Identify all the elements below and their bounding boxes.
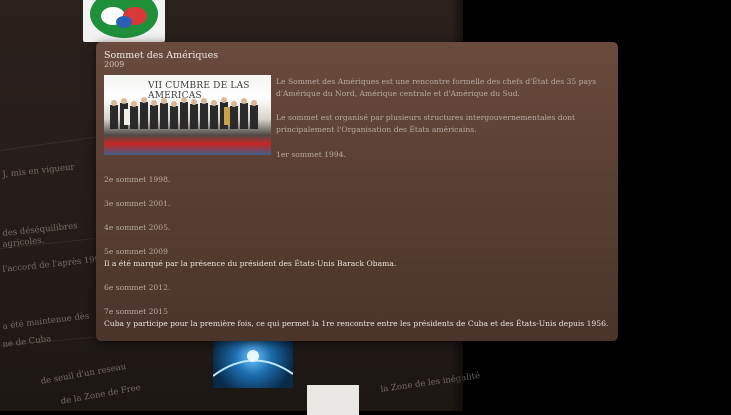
event-detail-popup: Sommet des Amériques 2009 VII CUMBRE DE … (96, 42, 618, 341)
timeline-snippet: ne de Cuba (2, 334, 52, 350)
timeline-snippet: de la Zone de Free (60, 382, 142, 407)
summit-5-description: Il a été marqué par la présence du prési… (104, 259, 397, 268)
timeline-snippet: la Zone de les inégalité (380, 371, 481, 395)
summit-7-description: Cuba y participe pour la première fois, … (104, 319, 609, 328)
summit-2-label: 2e sommet 1998. (104, 175, 171, 184)
popup-year: 2009 (104, 60, 125, 69)
timeline-snippet: a été maintenue dès (2, 311, 90, 332)
summit-6-label: 6e sommet 2012. (104, 283, 171, 292)
timeline-snippet: de seuil d'un reseau (40, 361, 128, 387)
timeline-snippet: l'accord de l'après 1992 (2, 254, 106, 275)
summit-4-label: 4e sommet 2005. (104, 223, 171, 232)
summit-3-label: 3e sommet 2001. (104, 199, 171, 208)
timeline-thumbnail[interactable] (83, 0, 165, 42)
popup-intro-text: Le Sommet des Amériques est une rencontr… (276, 77, 597, 98)
popup-organisation-text: Le sommet est organisé par plusieurs str… (276, 113, 576, 134)
timeline-thumbnail[interactable] (213, 336, 293, 388)
summit-7-label: 7e sommet 2015 (104, 307, 168, 316)
summit-5-label: 5e sommet 2009 (104, 247, 168, 256)
summit-1-label: 1er sommet 1994. (276, 150, 346, 159)
group-photo-people (110, 97, 258, 129)
timeline-snippet: J, mis en vigueur (2, 162, 76, 180)
event-photo: VII CUMBRE DE LAS AMERICAS (104, 75, 271, 155)
